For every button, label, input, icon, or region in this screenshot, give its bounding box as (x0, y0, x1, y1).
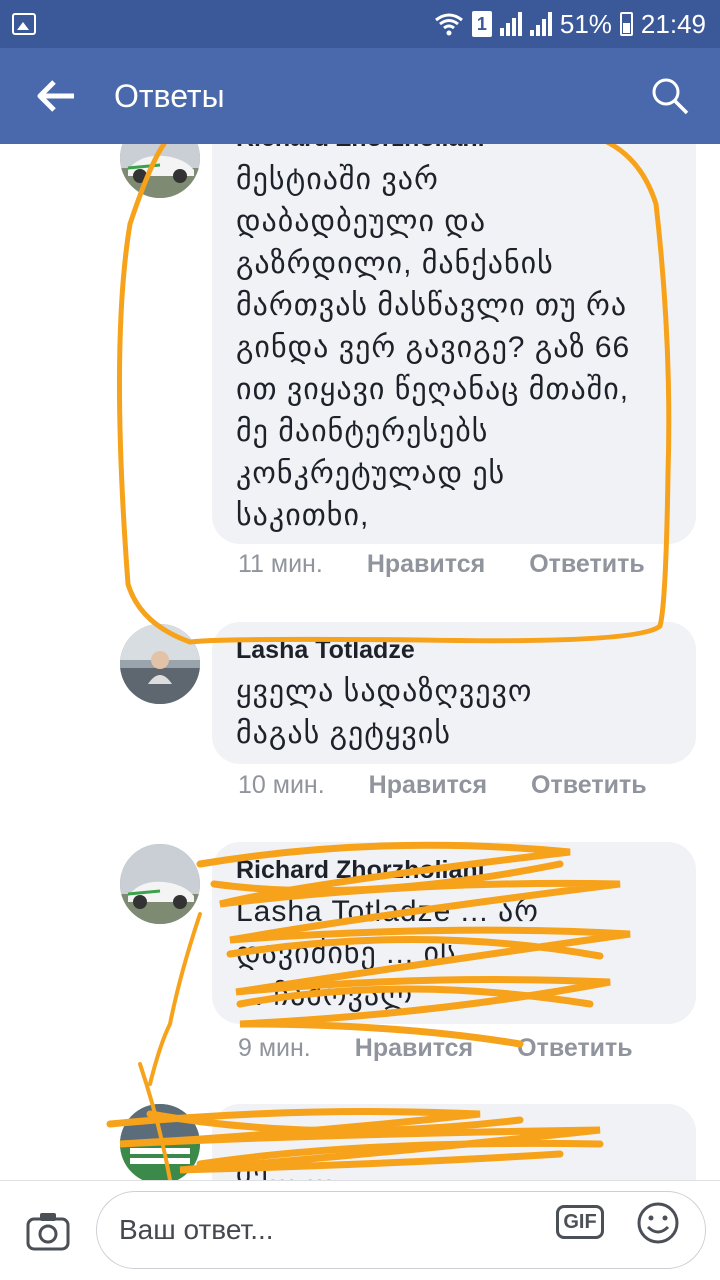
comment-bubble[interactable]: ... შე... ... (212, 1104, 696, 1180)
avatar[interactable] (120, 844, 200, 924)
like-button[interactable]: Нравится (369, 771, 487, 800)
comment-text: მესტიაში ვარ დაბადბეული და გაზრდილი, მან… (236, 163, 631, 532)
reply-button[interactable]: Ответить (517, 1034, 633, 1063)
battery-icon (619, 12, 633, 36)
image-notification-icon (12, 13, 36, 35)
smiley-icon[interactable] (636, 1201, 680, 1245)
status-bar: 1 51% 21:49 (0, 0, 720, 48)
avatar[interactable] (120, 144, 200, 198)
avatar[interactable] (120, 624, 200, 704)
comment-time: 9 мин. (238, 1034, 311, 1062)
reply-button[interactable]: Ответить (531, 771, 647, 800)
clock: 21:49 (640, 8, 706, 39)
person-photo-icon (120, 624, 200, 704)
comment-meta: 10 мин. Нравится Ответить (238, 771, 647, 800)
search-icon[interactable] (650, 76, 690, 116)
comment-meta: 9 мин. Нравится Ответить (238, 1034, 633, 1063)
comment-text: შე... ... (236, 1157, 335, 1180)
battery-percent: 51% (559, 8, 612, 39)
comment-time: 11 мин. (238, 550, 323, 578)
back-arrow-icon[interactable] (36, 78, 76, 114)
reply-button[interactable]: Ответить (529, 550, 645, 579)
comment-text: ყველა სადაზღვევო მაგას გეტყვის (236, 675, 533, 750)
sim-icon: 1 (471, 11, 492, 37)
wifi-icon (434, 13, 463, 36)
comment-bubble[interactable]: Lasha Totladze ყველა სადაზღვევო მაგას გე… (212, 622, 696, 764)
like-button[interactable]: Нравится (355, 1034, 473, 1063)
comment-author[interactable]: Lasha Totladze (236, 636, 672, 665)
like-button[interactable]: Нравится (367, 550, 485, 579)
gif-button[interactable]: GIF (556, 1205, 604, 1239)
signal-2-icon (529, 12, 552, 36)
camera-icon[interactable] (26, 1211, 70, 1251)
reply-input[interactable]: Ваш ответ... (96, 1191, 706, 1269)
car-photo-icon (120, 844, 200, 924)
reply-composer: Ваш ответ... GIF (0, 1180, 720, 1280)
comment-time: 10 мин. (238, 771, 325, 799)
comment-author[interactable]: Richard Zhorzholiani (236, 144, 672, 153)
comment-meta: 11 мин. Нравится Ответить (238, 550, 645, 579)
signal-icon (499, 12, 522, 36)
badge-photo-icon (120, 1104, 200, 1180)
car-photo-icon (120, 144, 200, 198)
replies-list: Richard Zhorzholiani მესტიაში ვარ დაბადბ… (0, 144, 720, 1180)
comment-author[interactable]: Richard Zhorzholiani (236, 856, 672, 885)
avatar[interactable] (120, 1104, 200, 1180)
comment-text: Lasha Totladze ... არ დავიძინე ... ის ..… (236, 895, 540, 1012)
comment-bubble[interactable]: Richard Zhorzholiani Lasha Totladze ... … (212, 842, 696, 1024)
page-title: Ответы (114, 78, 225, 114)
comment-author[interactable]: ... (236, 1118, 672, 1147)
app-bar: Ответы (0, 48, 720, 144)
status-icons: 1 51% 21:49 (434, 0, 706, 48)
comment-bubble[interactable]: Richard Zhorzholiani მესტიაში ვარ დაბადბ… (212, 144, 696, 544)
